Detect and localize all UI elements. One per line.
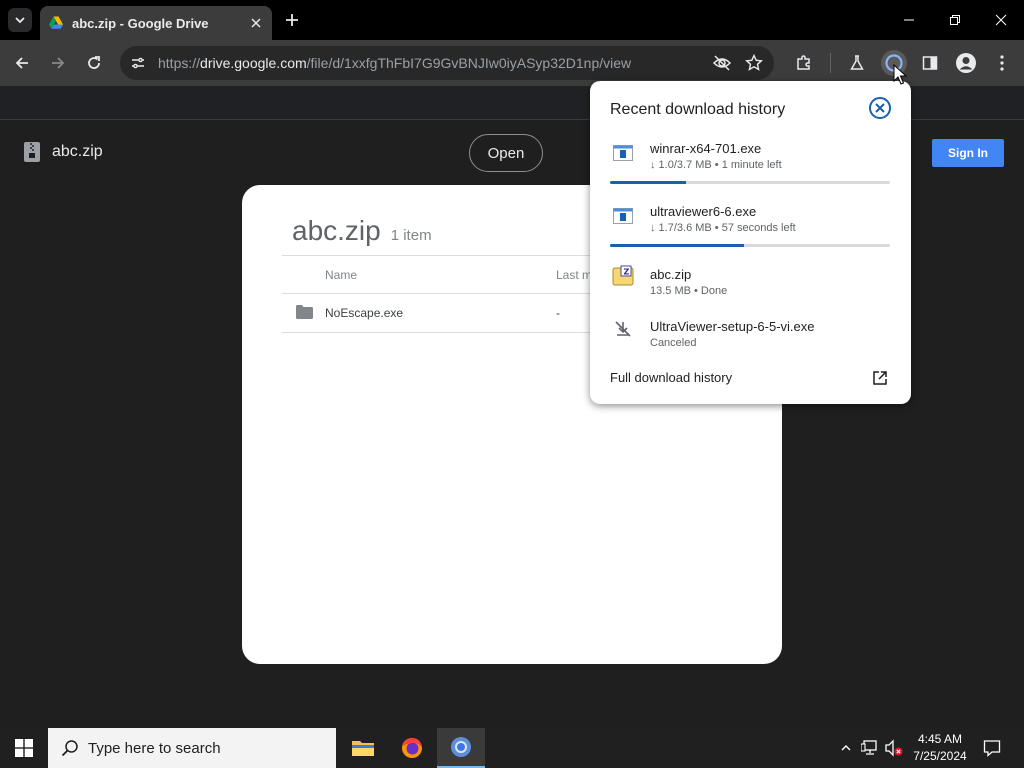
firefox-icon	[402, 738, 422, 758]
restore-icon	[950, 15, 960, 25]
chevron-down-icon	[15, 17, 25, 24]
minimize-icon	[904, 19, 914, 21]
menu-button[interactable]	[990, 51, 1014, 75]
browser-toolbar: https://drive.google.com/file/d/1xxfgThF…	[0, 40, 1024, 86]
open-button[interactable]: Open	[469, 134, 543, 172]
browser-tab[interactable]: abc.zip - Google Drive	[40, 6, 272, 40]
reload-button[interactable]	[82, 51, 106, 75]
close-window-button[interactable]	[989, 8, 1013, 32]
taskbar-search-placeholder: Type here to search	[88, 739, 221, 757]
labs-button[interactable]	[845, 51, 869, 75]
download-progress-bar	[610, 244, 890, 247]
toolbar-divider	[830, 53, 831, 73]
download-item-name: winrar-x64-701.exe	[650, 141, 762, 156]
url-path: /file/d/1xxfgThFbI7G9GvBNJIw0iyASyp32D1n…	[306, 55, 632, 71]
side-panel-button[interactable]	[918, 51, 942, 75]
close-icon	[995, 14, 1007, 26]
forward-button[interactable]	[46, 51, 70, 75]
minimize-button[interactable]	[897, 8, 921, 32]
exe-file-icon	[612, 205, 634, 227]
more-vert-icon	[1000, 55, 1004, 71]
volume-muted-icon[interactable]	[884, 738, 904, 758]
zip-archive-icon: Z	[612, 265, 634, 287]
download-bubble-close-button[interactable]	[868, 96, 892, 120]
close-circle-icon	[869, 97, 891, 119]
zip-file-icon	[24, 142, 40, 162]
exe-file-icon	[612, 142, 634, 164]
file-name: abc.zip	[52, 143, 103, 160]
taskbar-clock[interactable]: 4:45 AM 7/25/2024	[905, 731, 975, 765]
site-info-icon[interactable]	[126, 51, 150, 75]
tab-search-button[interactable]	[8, 8, 32, 32]
download-canceled-icon	[612, 318, 634, 340]
url-scheme: https://	[158, 55, 201, 71]
row-modified: -	[556, 306, 560, 320]
notification-center-button[interactable]	[980, 736, 1004, 760]
download-item-name: abc.zip	[650, 267, 692, 282]
search-icon	[60, 738, 80, 758]
open-in-new-icon[interactable]	[870, 368, 890, 388]
column-modified-header[interactable]: Last m	[556, 268, 592, 282]
extensions-button[interactable]	[792, 51, 816, 75]
file-header: abc.zip	[24, 142, 103, 162]
url-text: https://drive.google.com/file/d/1xxfgThF…	[158, 55, 631, 71]
back-button[interactable]	[10, 51, 34, 75]
bookmark-star-icon[interactable]	[742, 51, 766, 75]
reload-icon	[88, 56, 100, 69]
item-count: 1 item	[390, 227, 432, 244]
download-item-status: ↓ 1.7/3.6 MB • 57 seconds left	[650, 222, 796, 234]
download-bubble-title: Recent download history	[610, 101, 786, 118]
download-progress-bar	[610, 181, 890, 184]
url-host: drive.google.com	[200, 55, 307, 71]
clock-date: 7/25/2024	[913, 749, 967, 763]
show-hidden-icons-chevron-up-icon[interactable]	[836, 738, 856, 758]
tab-close-icon[interactable]	[248, 15, 264, 31]
taskbar-search-box[interactable]: Type here to search	[48, 728, 336, 768]
folder-icon	[296, 305, 313, 319]
download-item-status: 13.5 MB • Done	[650, 285, 728, 297]
download-item-status: Canceled	[650, 337, 697, 349]
windows-logo-icon	[15, 739, 33, 757]
avatar-icon	[956, 53, 976, 73]
notification-icon	[983, 740, 1001, 757]
puzzle-icon	[797, 55, 810, 70]
plus-icon	[286, 14, 298, 26]
start-button[interactable]	[0, 728, 48, 768]
full-download-history-link[interactable]: Full download history	[610, 370, 732, 385]
network-icon[interactable]	[860, 738, 880, 758]
flask-icon	[850, 55, 864, 70]
download-item-status: ↓ 1.0/3.7 MB • 1 minute left	[650, 159, 782, 171]
card-title: abc.zip 1 item	[292, 215, 432, 247]
download-progress-fill	[610, 181, 686, 184]
eye-slash-icon[interactable]	[710, 51, 734, 75]
restore-button[interactable]	[943, 8, 967, 32]
download-item-name: ultraviewer6-6.exe	[650, 204, 757, 219]
windows-taskbar: Type here to search 4:45 AM 7/25/2024	[0, 728, 1024, 768]
svg-text:Z: Z	[624, 268, 630, 277]
column-name-header[interactable]: Name	[325, 268, 357, 282]
taskbar-chrome[interactable]	[437, 728, 485, 768]
arrow-left-icon	[15, 57, 28, 69]
tab-title: abc.zip - Google Drive	[72, 15, 209, 31]
archive-title: abc.zip	[292, 215, 381, 246]
download-bubble: Recent download history winrar-x64-701.e…	[590, 81, 911, 404]
side-panel-icon	[922, 56, 938, 70]
folder-icon	[352, 741, 374, 756]
new-tab-button[interactable]	[282, 10, 302, 30]
mouse-cursor-icon	[893, 64, 907, 85]
row-file-name: NoEscape.exe	[325, 306, 404, 320]
tab-strip: abc.zip - Google Drive	[0, 0, 1024, 40]
profile-button[interactable]	[954, 51, 978, 75]
clock-time: 4:45 AM	[917, 732, 963, 746]
sign-in-button[interactable]: Sign In	[932, 139, 1004, 167]
download-item-name: UltraViewer-setup-6-5-vi.exe	[650, 319, 815, 334]
chrome-icon	[451, 737, 471, 757]
address-bar[interactable]: https://drive.google.com/file/d/1xxfgThF…	[120, 46, 774, 80]
taskbar-file-explorer[interactable]	[339, 728, 387, 768]
arrow-right-icon	[52, 57, 65, 69]
download-progress-fill	[610, 244, 745, 247]
google-drive-icon	[49, 16, 63, 29]
taskbar-firefox[interactable]	[388, 728, 436, 768]
